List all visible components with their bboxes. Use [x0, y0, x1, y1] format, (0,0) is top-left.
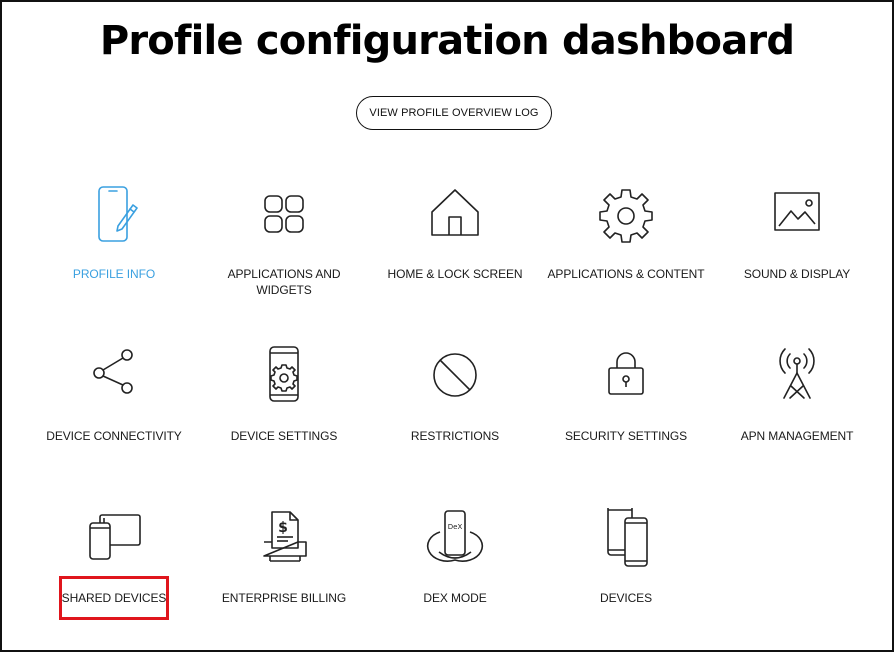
view-log-button[interactable]: VIEW PROFILE OVERVIEW LOG	[356, 96, 552, 130]
tablet-phone-icon	[82, 508, 146, 572]
tile-label: APPLICATIONS & CONTENT	[547, 267, 705, 281]
tile-label: DEX MODE	[423, 591, 487, 605]
highlight-box-shared-devices	[59, 576, 169, 620]
tile-applications-widgets[interactable]: APPLICATIONS AND WIDGETS	[199, 184, 369, 314]
tile-label: APN MANAGEMENT	[740, 429, 854, 443]
lock-icon	[594, 346, 658, 410]
tile-restrictions[interactable]: RESTRICTIONS	[370, 346, 540, 476]
home-icon	[423, 184, 487, 248]
devices-icon	[594, 508, 658, 572]
tile-label: ENTERPRISE BILLING	[221, 591, 347, 605]
dashboard-frame: Profile configuration dashboard VIEW PRO…	[0, 0, 894, 652]
tile-label: DEVICE CONNECTIVITY	[46, 429, 182, 443]
tile-sound-display[interactable]: SOUND & DISPLAY	[712, 184, 882, 314]
tile-label: APPLICATIONS AND WIDGETS	[227, 267, 341, 297]
svg-text:DeX: DeX	[448, 523, 463, 531]
tile-home-lock-screen[interactable]: HOME & LOCK SCREEN	[370, 184, 540, 314]
tile-applications-content[interactable]: APPLICATIONS & CONTENT	[541, 184, 711, 314]
tile-dex-mode[interactable]: DeX DEX MODE	[370, 508, 540, 638]
tile-label: SOUND & DISPLAY	[743, 267, 851, 281]
share-icon	[82, 346, 146, 410]
tile-label: PROFILE INFO	[72, 267, 156, 281]
tile-apn-management[interactable]: APN MANAGEMENT	[712, 346, 882, 476]
tile-label: DEVICE SETTINGS	[230, 429, 338, 443]
antenna-icon	[765, 346, 829, 410]
tile-label: DEVICES	[600, 591, 652, 605]
svg-text:$: $	[278, 520, 288, 536]
tile-devices[interactable]: DEVICES	[541, 508, 711, 638]
widgets-grid-icon	[252, 184, 316, 248]
tile-device-connectivity[interactable]: DEVICE CONNECTIVITY	[29, 346, 199, 476]
phone-gear-icon	[252, 346, 316, 410]
tile-label: RESTRICTIONS	[410, 429, 500, 443]
page-title: Profile configuration dashboard	[99, 18, 795, 64]
gear-icon	[594, 184, 658, 248]
prohibited-icon	[423, 346, 487, 410]
tile-device-settings[interactable]: DEVICE SETTINGS	[199, 346, 369, 476]
tile-label: HOME & LOCK SCREEN	[387, 267, 523, 281]
billing-icon: $	[252, 508, 316, 572]
phone-pen-icon	[82, 184, 146, 248]
tile-label: SECURITY SETTINGS	[564, 429, 688, 443]
picture-icon	[765, 184, 829, 248]
tile-profile-info[interactable]: PROFILE INFO	[29, 184, 199, 314]
tile-enterprise-billing[interactable]: $ ENTERPRISE BILLING	[199, 508, 369, 638]
tile-security-settings[interactable]: SECURITY SETTINGS	[541, 346, 711, 476]
dex-icon: DeX	[423, 508, 487, 572]
